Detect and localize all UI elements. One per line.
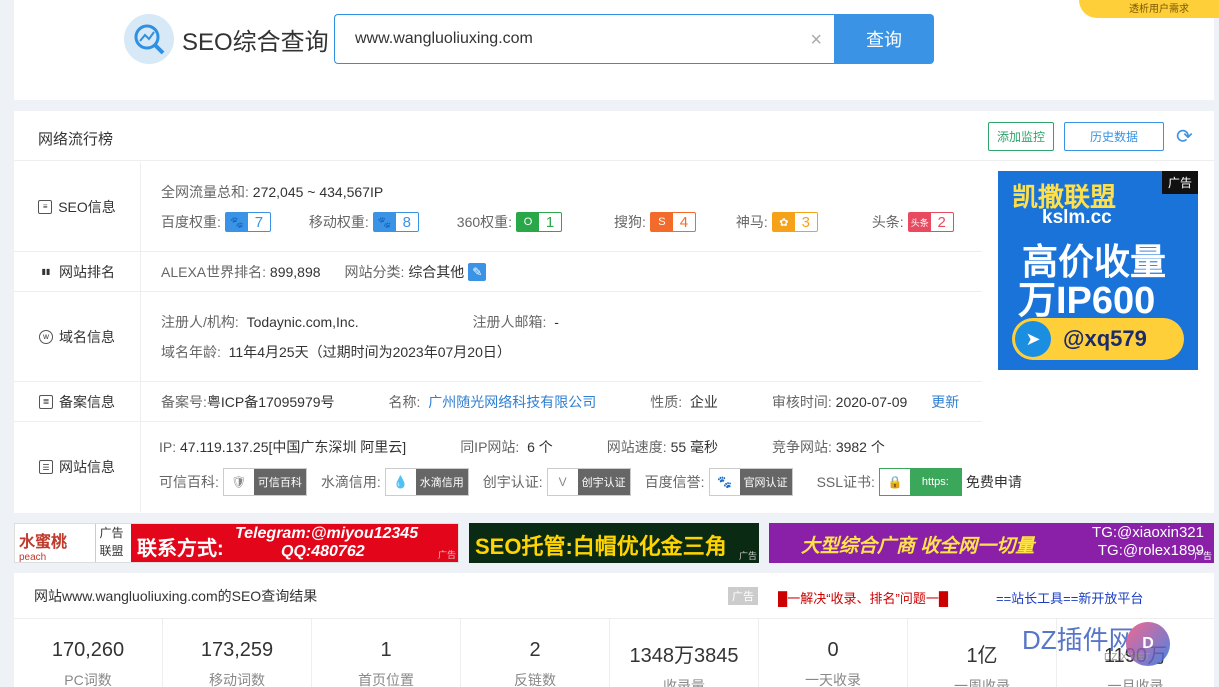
traffic-ad-banner[interactable]: 大型综合广商 收全网一切量 TG:@xiaoxin321 TG:@rolex18…	[769, 523, 1214, 563]
edit-icon[interactable]: ✎	[468, 263, 487, 281]
weight-baidu[interactable]: 🐾 7	[224, 212, 271, 232]
panel-header: 网络流行榜 添加监控 历史数据 ⟳	[14, 111, 1214, 161]
telegram-button[interactable]: ➤ @xq579	[1012, 318, 1184, 360]
weight-line: 百度权重: 🐾 7 移动权重: 🐾 8 360权重: O1 搜狗: S4 神马: ✿…	[161, 212, 954, 232]
water-drop-icon: 💧	[385, 469, 416, 495]
baidu-paw-icon: 🐾	[373, 213, 396, 231]
update-link[interactable]: 更新	[931, 392, 959, 412]
weight-toutiao-label: 头条:	[871, 214, 904, 230]
credit-shuidi-badge[interactable]: 💧 水滴信用	[384, 468, 469, 496]
panel-title: 网络流行榜	[38, 131, 114, 148]
stat-mobile-words[interactable]: 173,259 移动词数	[163, 619, 312, 687]
credit-line: 可信百科: 🛡 可信百科 水滴信用: 💧 水滴信用 创宇认证: V 创宇认证 百度信誉…	[159, 468, 1022, 496]
traffic-line: 全网流量总和: 272,045 ~ 434,567IP	[161, 184, 384, 200]
domain-age-line: 域名年龄: 11年4月25天（过期时间为2023年07月20日）	[161, 344, 511, 360]
domain-label: w 域名信息	[14, 292, 141, 381]
clear-icon[interactable]: ×	[810, 29, 822, 52]
list-icon: ☰	[39, 460, 53, 474]
bar-chart-icon: ▮▮	[41, 267, 51, 276]
document-icon: ≡	[38, 199, 53, 214]
rank-row: ▮▮ 网站排名 ALEXA世界排名: 899,898 网站分类: 综合其他 ✎	[14, 252, 982, 292]
banner-ads: 水蜜桃 peach 广告联盟 联系方式: Telegram:@miyou12345…	[14, 523, 1214, 563]
search-button[interactable]: 查询	[834, 14, 934, 64]
record-icon: ≣	[39, 394, 53, 409]
www-globe-icon: w	[39, 329, 53, 344]
peach-ad-banner[interactable]: 水蜜桃 peach 广告联盟 联系方式: Telegram:@miyou12345…	[14, 523, 459, 563]
ssl-apply-link[interactable]: 免费申请	[966, 472, 1022, 492]
rank-label: ▮▮ 网站排名	[14, 252, 141, 291]
add-monitor-button[interactable]: 添加监控	[988, 122, 1054, 151]
seo-hosting-ad-banner[interactable]: SEO托管:白帽优化金三角 广告	[469, 523, 759, 563]
corner-text: 透析用户需求	[1129, 4, 1189, 15]
history-button[interactable]: 历史数据	[1064, 122, 1164, 151]
verified-icon: V	[547, 469, 578, 495]
credit-baidu-badge[interactable]: 🐾 官网认证	[708, 468, 793, 496]
corner-badge[interactable]: 透析用户需求	[1079, 0, 1219, 18]
weight-360[interactable]: O1	[516, 212, 563, 232]
stat-pc-words[interactable]: 170,260 PC词数	[14, 619, 163, 687]
shenma-icon: ✿	[772, 213, 795, 231]
icp-row: ≣ 备案信息 备案号: 粤ICP备17095979号 名称: 广州随光网络科技有限公…	[14, 382, 982, 422]
main-panel: 网络流行榜 添加监控 历史数据 ⟳ ≡ SEO信息 全网流量总和: 272,045…	[14, 111, 1214, 513]
site-label: ☰ 网站信息	[14, 422, 141, 512]
shield-icon: 🛡	[223, 469, 254, 495]
search-box: ×	[334, 14, 834, 64]
search-input[interactable]	[335, 15, 775, 63]
domain-row: w 域名信息 注册人/机构: Todaynic.com,Inc. 注册人邮箱: -…	[14, 292, 982, 382]
credit-chuangyu-badge[interactable]: V 创宇认证	[546, 468, 631, 496]
refresh-icon[interactable]: ⟳	[1176, 124, 1193, 149]
toutiao-icon: 头条	[908, 213, 931, 231]
ssl-lock-icon: 🔒	[879, 469, 910, 495]
seo-info-row: ≡ SEO信息 全网流量总和: 272,045 ~ 434,567IP 百度权重:…	[14, 162, 982, 252]
baidu-paw-icon: 🐾	[225, 213, 248, 231]
stat-indexed[interactable]: 1348万3845 收录量	[610, 619, 759, 687]
company-link[interactable]: 广州随光网络科技有限公司	[428, 392, 596, 412]
360-icon: O	[517, 213, 540, 231]
alexa-line: ALEXA世界排名: 899,898 网站分类: 综合其他 ✎	[161, 262, 487, 282]
weight-mobile-label: 移动权重:	[308, 214, 369, 230]
peach-logo: 水蜜桃 peach	[19, 534, 68, 563]
ip-line: IP: 47.119.137.25[中国广东深圳 阿里云] 同IP网站: 6 个…	[159, 439, 885, 455]
credit-kexin-badge[interactable]: 🛡 可信百科	[222, 468, 307, 496]
weight-360-label: 360权重:	[456, 214, 513, 230]
telegram-icon: ➤	[1015, 321, 1051, 357]
icp-label: ≣ 备案信息	[14, 382, 141, 421]
weight-shenma-label: 神马:	[735, 214, 768, 230]
logo-text: SEO综合查询	[182, 28, 329, 56]
baidu-paw-icon: 🐾	[709, 469, 740, 495]
watermark: D DZ插件网 DZ-X.NET	[1016, 608, 1206, 668]
sogou-icon: S	[650, 213, 673, 231]
promo-link-red[interactable]: █一解决“收录、排名”问题一█	[778, 588, 948, 607]
weight-baidu-label: 百度权重:	[161, 214, 221, 230]
weight-mobile[interactable]: 🐾 8	[372, 212, 419, 232]
stat-backlinks[interactable]: 2 反链数	[461, 619, 610, 687]
stat-homepage-position[interactable]: 1 首页位置	[312, 619, 461, 687]
stat-day-indexed[interactable]: 0 一天收录	[759, 619, 908, 687]
side-ad-banner[interactable]: 广告 凯撒联盟 kslm.cc 高价收量 万IP600 ➤ @xq579	[998, 171, 1198, 370]
registrant-line: 注册人/机构: Todaynic.com,Inc. 注册人邮箱: -	[161, 314, 559, 330]
seo-chart-icon	[124, 14, 174, 64]
weight-sogou[interactable]: S4	[649, 212, 696, 232]
site-row: ☰ 网站信息 IP: 47.119.137.25[中国广东深圳 阿里云] 同IP网…	[14, 422, 1022, 512]
top-bar: SEO综合查询 × 查询	[14, 0, 1214, 100]
promo-link-blue[interactable]: ==站长工具==新开放平台	[996, 588, 1143, 607]
result-title: 网站www.wangluoliuxing.com的SEO查询结果	[34, 588, 318, 604]
seo-info-label: ≡ SEO信息	[14, 162, 141, 251]
ad-label: 广告	[728, 587, 758, 605]
icp-line: 备案号: 粤ICP备17095979号 名称: 广州随光网络科技有限公司 性质: …	[161, 392, 960, 412]
ssl-badge[interactable]: 🔒 https:	[878, 468, 962, 496]
weight-toutiao[interactable]: 头条 2	[907, 212, 954, 232]
weight-shenma[interactable]: ✿ 3	[771, 212, 818, 232]
weight-sogou-label: 搜狗:	[614, 214, 646, 230]
site-logo[interactable]: SEO综合查询	[124, 14, 329, 64]
